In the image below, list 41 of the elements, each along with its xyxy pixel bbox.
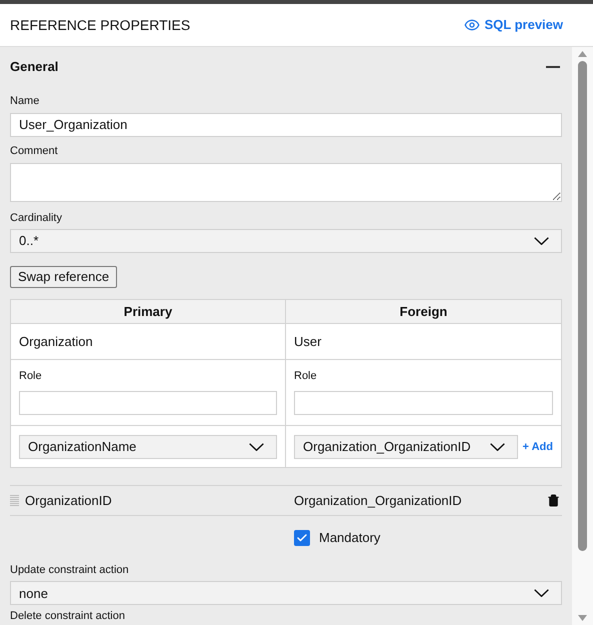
scroll-up-icon[interactable] (578, 51, 587, 57)
check-icon (296, 532, 308, 544)
field-label: Update constraint action (10, 562, 130, 578)
panel-title: REFERENCE PROPERTIES (10, 16, 190, 34)
add-link[interactable]: + Add (522, 438, 553, 455)
checkbox-label: Mandatory (319, 529, 380, 548)
column-header: Foreign (286, 300, 561, 324)
chevron-down-icon (249, 442, 264, 451)
chevron-down-icon (490, 442, 505, 451)
field-label: Role (19, 369, 43, 384)
minus-icon (546, 66, 560, 68)
role-field[interactable] (19, 390, 277, 415)
mandatory-checkbox[interactable] (294, 530, 310, 546)
column-select[interactable]: OrganizationName (19, 434, 277, 459)
chevron-down-icon (534, 589, 549, 598)
field-label: Comment (10, 144, 59, 159)
field-label: Name (10, 94, 40, 109)
eye-icon (464, 17, 480, 33)
column-header: Primary (11, 300, 285, 324)
scrollbar[interactable] (572, 47, 593, 625)
trash-icon[interactable] (547, 494, 560, 508)
scroll-down-icon[interactable] (578, 615, 587, 621)
field-label: Role (294, 369, 318, 384)
chevron-down-icon (534, 237, 549, 245)
table-cell: User (286, 324, 561, 360)
field-label: Delete constraint action (10, 609, 126, 624)
scrollbar-thumb[interactable] (578, 61, 587, 551)
name-field[interactable]: User_Organization (10, 112, 562, 136)
swap-reference-button[interactable]: Swap reference (10, 266, 118, 288)
role-field[interactable] (294, 390, 553, 415)
table-cell: Organization (11, 324, 285, 360)
section-title: General (10, 58, 58, 76)
foreign-column: Organization_OrganizationID (294, 491, 462, 510)
column-select[interactable]: Organization_OrganizationID (294, 434, 518, 459)
cardinality-select[interactable]: 0..* (10, 229, 562, 253)
drag-handle-icon[interactable] (10, 494, 19, 507)
primary-column: OrganizationID (25, 491, 112, 510)
update-action-select[interactable]: none (10, 581, 562, 606)
sql-preview-link[interactable]: SQL preview (464, 15, 563, 35)
comment-field[interactable] (10, 162, 562, 202)
field-label: Cardinality (10, 210, 63, 226)
